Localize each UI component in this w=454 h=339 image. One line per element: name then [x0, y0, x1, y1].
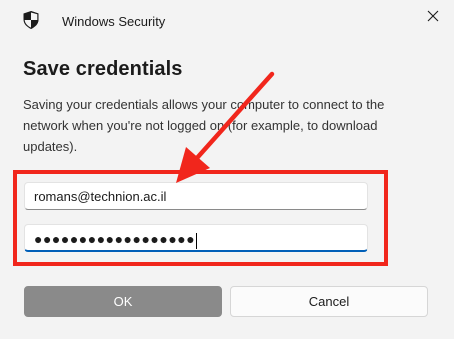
close-icon	[427, 10, 439, 22]
dialog-heading: Save credentials	[23, 58, 183, 80]
window-title: Windows Security	[62, 14, 166, 29]
title-bar: Windows Security	[0, 0, 454, 40]
windows-security-dialog: Windows Security Save credentials Saving…	[0, 0, 454, 339]
ok-button[interactable]: OK	[24, 286, 222, 317]
annotation-highlight-box	[13, 170, 388, 266]
cancel-button[interactable]: Cancel	[230, 286, 428, 317]
dialog-description: Saving your credentials allows your comp…	[23, 97, 385, 154]
close-button[interactable]	[416, 2, 450, 30]
shield-icon	[23, 11, 39, 29]
